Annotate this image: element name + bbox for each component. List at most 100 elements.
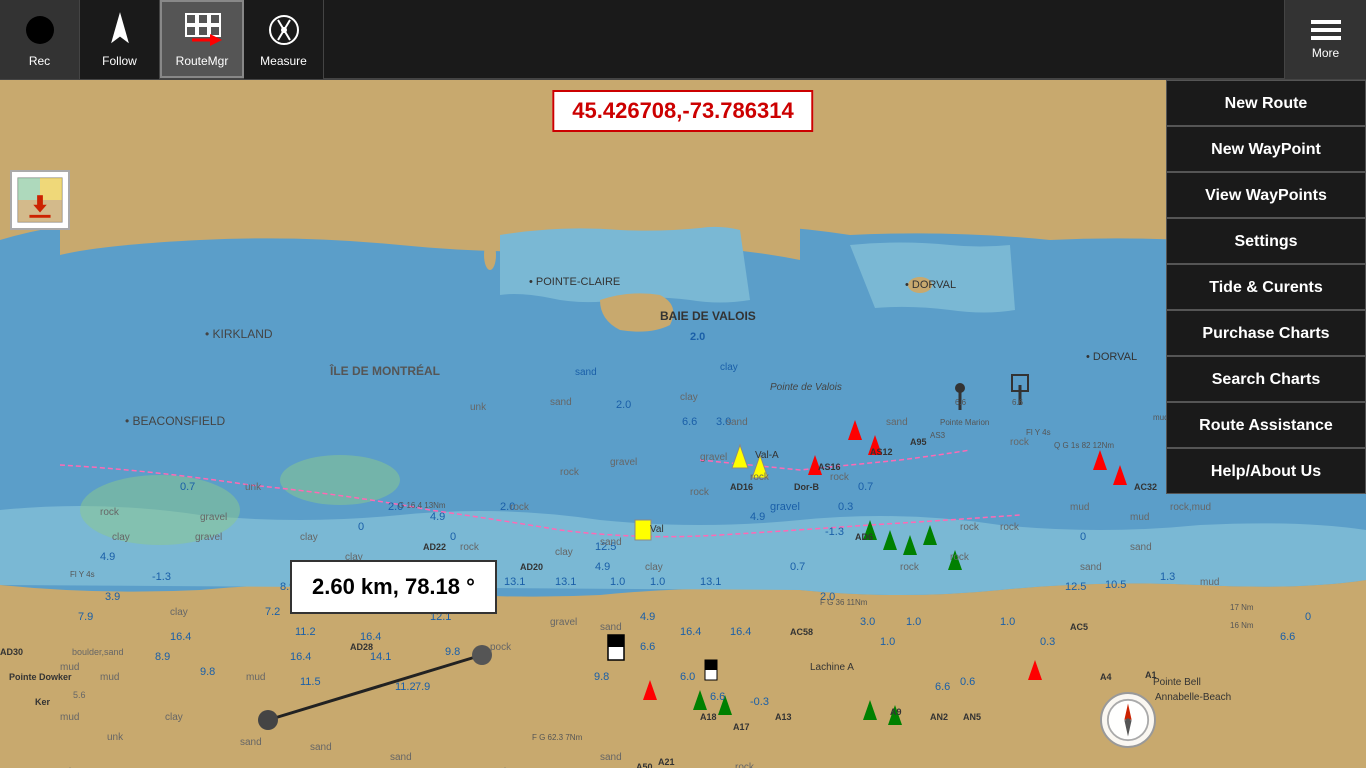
svg-text:6.6: 6.6	[640, 641, 655, 653]
svg-text:AC58: AC58	[790, 627, 813, 637]
new-waypoint-button[interactable]: New WayPoint	[1166, 126, 1366, 172]
svg-text:11.5: 11.5	[300, 676, 321, 688]
svg-text:G 16.4 13Nm: G 16.4 13Nm	[398, 501, 446, 510]
svg-text:gravel: gravel	[200, 512, 227, 523]
svg-text:0: 0	[358, 521, 364, 533]
measure-text: 2.60 km, 78.18 °	[312, 574, 475, 599]
new-route-button[interactable]: New Route	[1166, 80, 1366, 126]
svg-text:pock: pock	[490, 642, 512, 653]
tide-currents-button[interactable]: Tide & Curents	[1166, 264, 1366, 310]
follow-button[interactable]: Follow	[80, 0, 160, 79]
svg-text:1.3: 1.3	[1160, 571, 1175, 583]
svg-text:Val-A: Val-A	[755, 450, 779, 461]
svg-text:Val: Val	[650, 524, 664, 535]
svg-text:9.8: 9.8	[594, 671, 609, 683]
svg-text:sand: sand	[600, 622, 622, 633]
svg-text:mud: mud	[60, 712, 79, 723]
svg-text:4.9: 4.9	[595, 561, 610, 573]
coordinates-display: 45.426708,-73.786314	[552, 90, 813, 132]
svg-text:clay: clay	[680, 392, 698, 403]
svg-text:13.1: 13.1	[700, 576, 721, 588]
routemgr-label: RouteMgr	[176, 54, 229, 68]
help-about-button[interactable]: Help/About Us	[1166, 448, 1366, 494]
svg-text:gravel: gravel	[550, 617, 577, 628]
measure-button[interactable]: Measure	[244, 0, 324, 79]
map-container[interactable]: • KIRKLAND • BEACONSFIELD ÎLE DE MONTRÉA…	[0, 80, 1366, 768]
follow-label: Follow	[102, 54, 137, 68]
svg-text:16.4: 16.4	[680, 626, 701, 638]
toolbar: Rec Follow RouteMgr	[0, 0, 1366, 80]
svg-text:rock,mud: rock,mud	[1170, 502, 1211, 513]
svg-text:gravel: gravel	[610, 457, 637, 468]
svg-text:unk: unk	[470, 402, 487, 413]
svg-text:F G 36 11Nm: F G 36 11Nm	[820, 598, 868, 607]
svg-text:rock: rock	[560, 467, 580, 478]
svg-text:13.1: 13.1	[555, 576, 576, 588]
svg-text:A18: A18	[700, 712, 717, 722]
svg-text:BAIE DE VALOIS: BAIE DE VALOIS	[660, 309, 756, 323]
compass-button[interactable]	[1100, 692, 1156, 748]
download-chart-button[interactable]	[10, 170, 70, 230]
routemgr-button[interactable]: RouteMgr	[160, 0, 244, 78]
right-panel: New Route New WayPoint View WayPoints Se…	[1166, 80, 1366, 494]
svg-text:0: 0	[1305, 611, 1311, 623]
svg-text:4.9: 4.9	[100, 551, 115, 563]
svg-text:Annabelle-Beach: Annabelle-Beach	[1155, 692, 1231, 703]
svg-text:7.2: 7.2	[265, 606, 280, 618]
svg-text:rock: rock	[510, 502, 530, 513]
svg-text:clay: clay	[720, 362, 738, 373]
svg-text:4.9: 4.9	[750, 511, 765, 523]
svg-text:F G 62.3 7Nm: F G 62.3 7Nm	[532, 733, 583, 742]
svg-text:rock: rock	[900, 562, 920, 573]
svg-text:11.2: 11.2	[395, 681, 416, 693]
svg-text:0.7: 0.7	[180, 481, 195, 493]
svg-text:AN5: AN5	[963, 712, 981, 722]
svg-text:2.0: 2.0	[616, 399, 631, 411]
svg-text:7.9: 7.9	[415, 681, 430, 693]
more-button[interactable]: More	[1284, 0, 1366, 79]
svg-text:6.6: 6.6	[710, 691, 725, 703]
svg-text:gravel: gravel	[770, 501, 800, 513]
svg-text:A1: A1	[1145, 670, 1157, 680]
svg-text:sand: sand	[1080, 562, 1102, 573]
rec-button[interactable]: Rec	[0, 0, 80, 79]
svg-text:1.0: 1.0	[650, 576, 665, 588]
svg-text:mud: mud	[246, 672, 265, 683]
svg-text:Ker: Ker	[35, 697, 51, 707]
route-assistance-button[interactable]: Route Assistance	[1166, 402, 1366, 448]
svg-text:sand: sand	[600, 752, 622, 763]
svg-text:unk: unk	[245, 482, 262, 493]
svg-text:• KIRKLAND: • KIRKLAND	[205, 327, 273, 341]
svg-text:AD6: AD6	[855, 532, 873, 542]
svg-text:2.0: 2.0	[690, 331, 705, 343]
svg-text:-1.3: -1.3	[152, 571, 171, 583]
svg-text:mud: mud	[1130, 512, 1149, 523]
search-charts-button[interactable]: Search Charts	[1166, 356, 1366, 402]
svg-text:ÎLE DE MONTRÉAL: ÎLE DE MONTRÉAL	[329, 363, 440, 378]
svg-text:0.7: 0.7	[858, 481, 873, 493]
svg-text:sand: sand	[575, 367, 597, 378]
svg-text:mud: mud	[100, 672, 119, 683]
view-waypoints-button[interactable]: View WayPoints	[1166, 172, 1366, 218]
svg-text:12.5: 12.5	[1065, 581, 1086, 593]
svg-text:8.9: 8.9	[155, 651, 170, 663]
svg-text:0.3: 0.3	[838, 501, 853, 513]
svg-text:AD16: AD16	[730, 482, 753, 492]
svg-text:9.8: 9.8	[200, 666, 215, 678]
svg-text:sand: sand	[726, 417, 748, 428]
settings-button[interactable]: Settings	[1166, 218, 1366, 264]
svg-text:6.6: 6.6	[682, 416, 697, 428]
svg-text:• DORVAL: • DORVAL	[905, 279, 956, 291]
svg-text:1.0: 1.0	[610, 576, 625, 588]
svg-text:5.6: 5.6	[73, 690, 86, 700]
svg-text:Q G 1s 82 12Nm: Q G 1s 82 12Nm	[1054, 441, 1114, 450]
svg-text:A50: A50	[636, 762, 653, 768]
svg-text:AC32: AC32	[1134, 482, 1157, 492]
svg-text:gravel: gravel	[195, 532, 222, 543]
svg-text:sand: sand	[390, 752, 412, 763]
svg-text:• BEACONSFIELD: • BEACONSFIELD	[125, 414, 226, 428]
svg-text:6.6: 6.6	[1280, 631, 1295, 643]
purchase-charts-button[interactable]: Purchase Charts	[1166, 310, 1366, 356]
svg-text:0.6: 0.6	[960, 676, 975, 688]
more-label: More	[1312, 46, 1339, 60]
